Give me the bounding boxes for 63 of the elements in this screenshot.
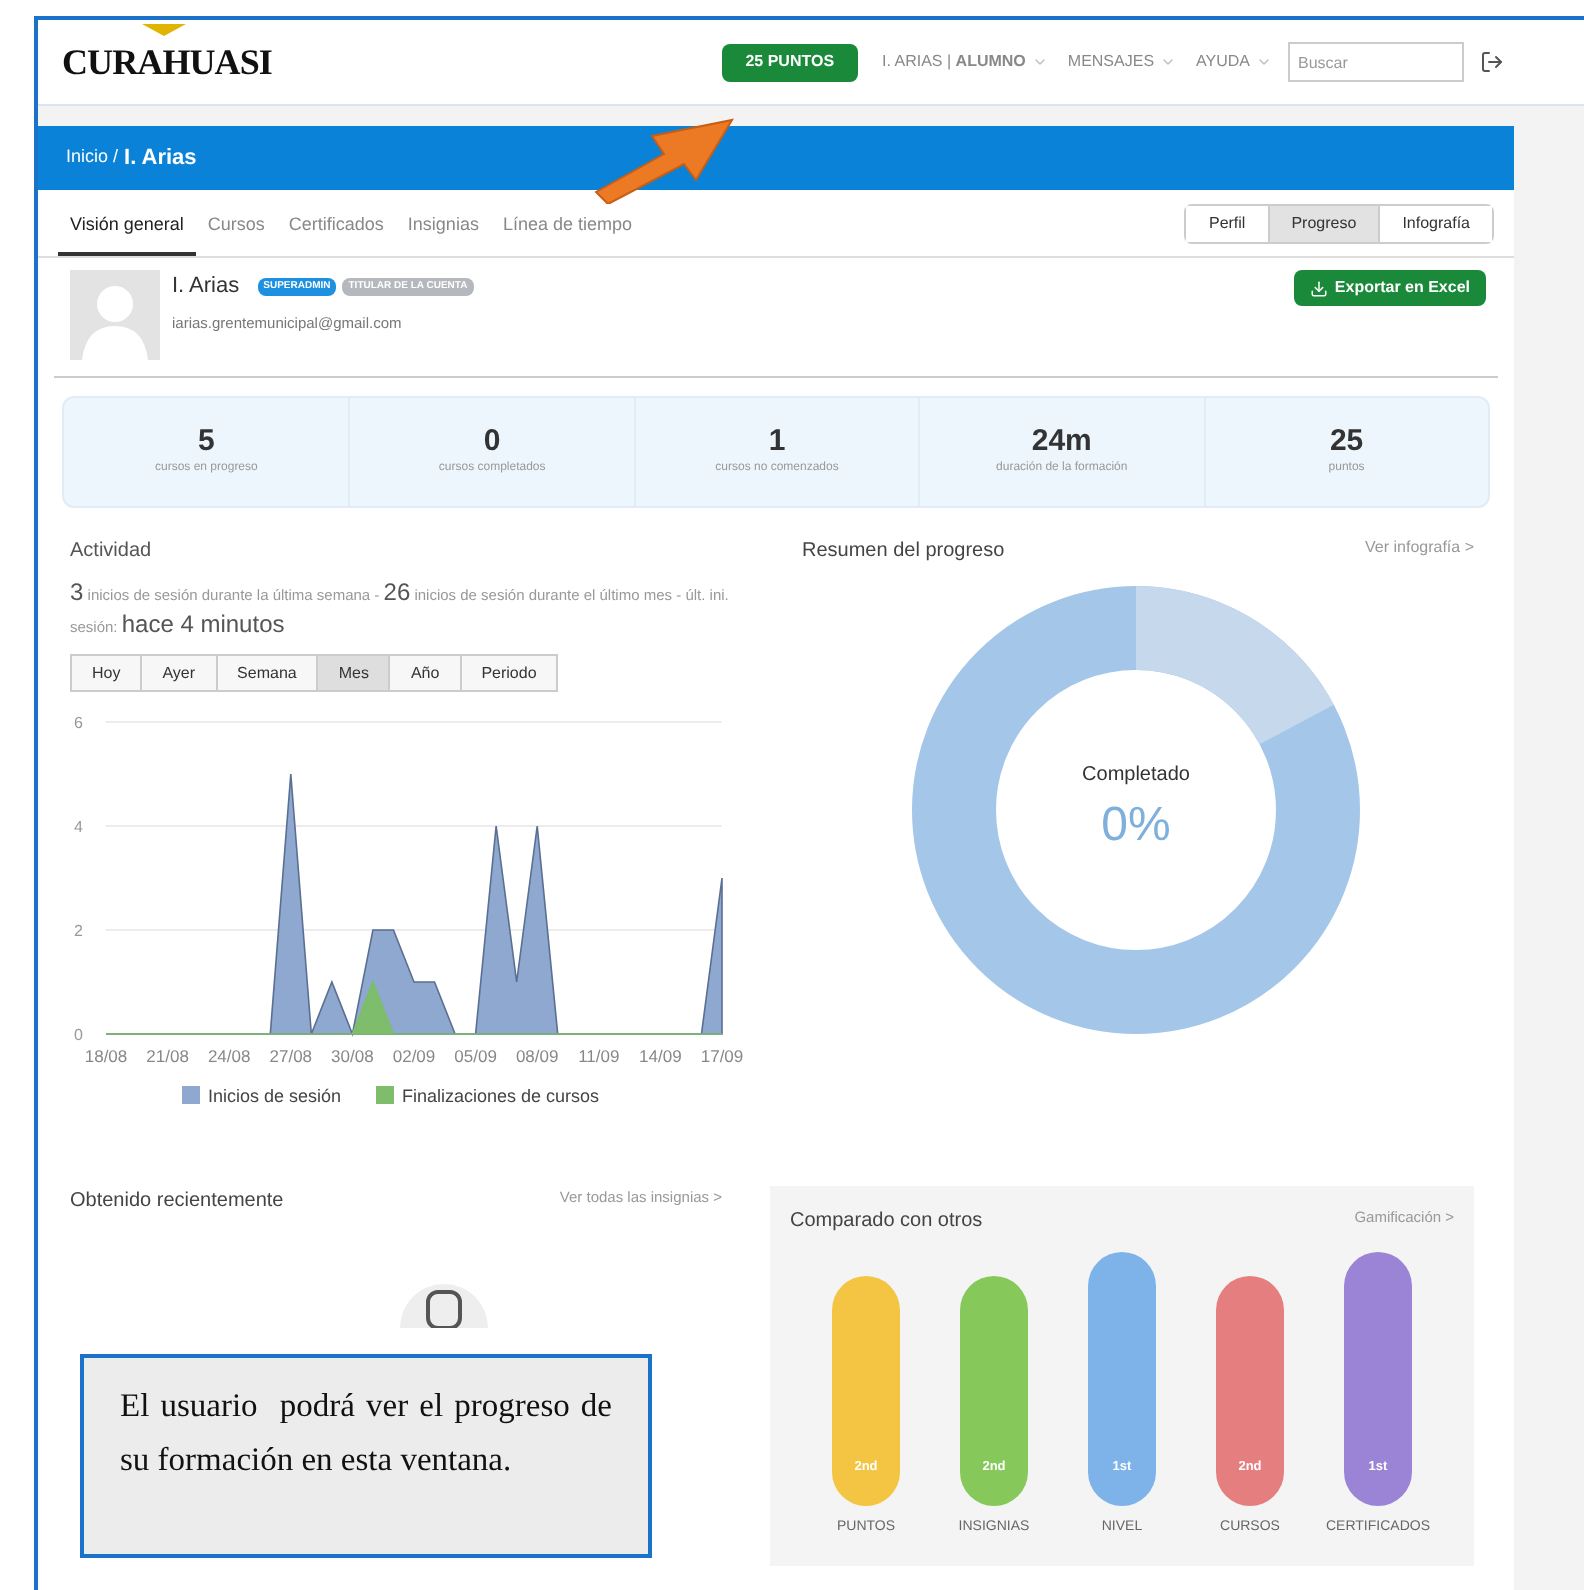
x-tick-label: 21/08 <box>146 1046 189 1066</box>
tab[interactable]: Cursos <box>195 211 277 256</box>
legend-label: Inicios de sesión <box>208 1086 342 1106</box>
stat-value: 1 <box>768 426 786 456</box>
period-button[interactable]: Año <box>388 656 460 690</box>
x-tick-label: 11/09 <box>578 1046 620 1066</box>
caret-icon <box>1160 54 1177 70</box>
period-button[interactable]: Hoy <box>72 656 141 690</box>
nav-menu[interactable]: MENSAJES <box>1067 50 1155 74</box>
breadcrumb-link[interactable]: Inicio / <box>66 144 119 172</box>
arrow-icon <box>592 116 736 204</box>
x-tick-label: 18/08 <box>84 1046 128 1066</box>
user-name: I. Arias <box>172 272 240 302</box>
view-button[interactable]: Infografía <box>1378 206 1492 242</box>
nav-menu[interactable]: AYUDA <box>1196 50 1250 74</box>
breadcrumb-current: I. Arias <box>124 143 197 174</box>
period-button[interactable]: Periodo <box>459 656 557 690</box>
section-title: Obtenido recientemente <box>70 1188 284 1216</box>
annotation-text: El usuario podrá ver el progreso de su formación en esta ventana. <box>120 1384 612 1482</box>
search-field[interactable]: Buscar <box>1288 42 1464 82</box>
x-tick-label: 27/08 <box>269 1046 313 1066</box>
legend-swatch <box>376 1086 394 1104</box>
section-title: Resumen del progreso <box>802 538 1005 566</box>
period-button[interactable]: Semana <box>215 656 317 690</box>
x-tick-label: 14/09 <box>639 1046 682 1066</box>
caret-icon <box>1031 54 1048 70</box>
stat-value: 25 <box>1329 426 1364 456</box>
legend-label: Finalizaciones de cursos <box>402 1086 600 1106</box>
x-tick-label: 02/09 <box>392 1046 436 1066</box>
y-tick-label: 0 <box>74 1026 83 1044</box>
tab[interactable]: Visión general <box>58 211 196 256</box>
donut-value: 0% <box>1101 795 1171 855</box>
stat-value: 5 <box>198 426 215 456</box>
logo-mark-icon <box>142 23 186 35</box>
tab[interactable]: Insignias <box>395 211 491 256</box>
view-button[interactable]: Progreso <box>1267 206 1379 242</box>
caret-icon <box>1256 54 1272 70</box>
logo: CURAHUASI <box>62 41 272 81</box>
x-tick-label: 24/08 <box>207 1046 251 1066</box>
period-button[interactable]: Ayer <box>140 656 216 690</box>
stat-value: 24m <box>1031 426 1092 456</box>
stat-value: 0 <box>483 426 501 456</box>
x-tick-label: 08/09 <box>515 1046 559 1066</box>
y-tick-label: 2 <box>74 922 83 940</box>
legend-swatch <box>182 1086 200 1104</box>
export-button[interactable]: Exportar en Excel <box>1294 270 1486 306</box>
points-button[interactable]: 25 PUNTOS <box>721 43 859 81</box>
x-tick-label: 05/09 <box>454 1046 497 1066</box>
donut-label: Completado <box>1082 761 1190 789</box>
x-tick-label: 30/08 <box>331 1046 374 1066</box>
user-menu[interactable]: I. ARIAS | ALUMNO <box>882 50 1026 74</box>
tab[interactable]: Línea de tiempo <box>490 211 644 256</box>
section-title: Comparado con otros <box>790 1208 983 1236</box>
tab[interactable]: Certificados <box>276 211 396 256</box>
avatar-icon <box>70 270 160 360</box>
y-tick-label: 6 <box>74 714 83 732</box>
infographic-link[interactable]: Ver infografía > <box>1365 536 1474 566</box>
section-title: Actividad <box>70 538 154 566</box>
export-icon <box>1310 279 1329 297</box>
logout-icon[interactable] <box>1480 50 1504 74</box>
period-button[interactable]: Mes <box>316 656 389 690</box>
x-tick-label: 17/09 <box>700 1046 744 1066</box>
y-tick-label: 4 <box>74 818 83 836</box>
